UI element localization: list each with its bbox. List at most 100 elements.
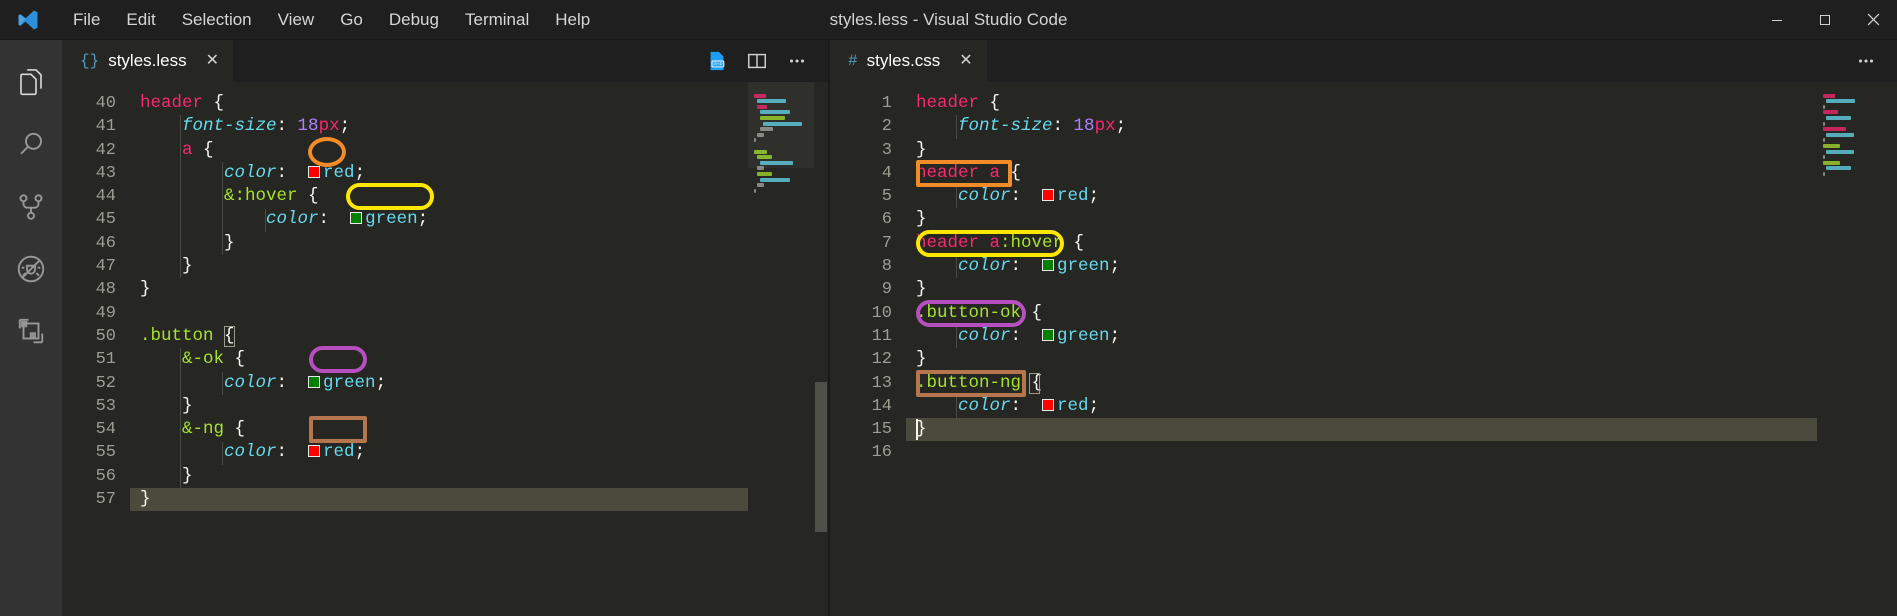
- code-token: &:hover: [224, 186, 298, 207]
- code-line[interactable]: color: green;: [130, 372, 748, 395]
- maximize-button[interactable]: [1801, 0, 1849, 39]
- color-swatch-icon[interactable]: [308, 165, 321, 178]
- code-line[interactable]: }: [130, 465, 748, 488]
- code-line[interactable]: font-size: 18px;: [906, 115, 1817, 138]
- menu-item-selection[interactable]: Selection: [169, 6, 265, 34]
- code-line[interactable]: .button-ng {: [906, 372, 1817, 395]
- menu-item-edit[interactable]: Edit: [113, 6, 168, 34]
- scrollbar-thumb[interactable]: [815, 382, 827, 532]
- code-line[interactable]: }: [906, 418, 1817, 441]
- code-line[interactable]: a {: [130, 139, 748, 162]
- code-line[interactable]: color: red;: [130, 162, 748, 185]
- code-line[interactable]: }: [130, 488, 748, 511]
- minimap-right[interactable]: [1817, 82, 1883, 616]
- code-token: ;: [354, 442, 366, 463]
- tab-styles-css[interactable]: # styles.css ✕: [830, 40, 987, 82]
- code-line[interactable]: &:hover {: [130, 185, 748, 208]
- code-line[interactable]: header a {: [906, 162, 1817, 185]
- color-swatch-icon[interactable]: [1042, 398, 1055, 411]
- activity-item-source-control[interactable]: [0, 178, 62, 240]
- window-controls[interactable]: [1753, 0, 1897, 39]
- editor-group-right: # styles.css ✕ 1 2 3 4 5 6 7 8 9 10 11 12 13 14 15 16 h…: [830, 40, 1897, 616]
- menu-item-terminal[interactable]: Terminal: [452, 6, 542, 34]
- menu-item-debug[interactable]: Debug: [376, 6, 452, 34]
- code-content-right[interactable]: header { font-size: 18px;} header a { col…: [906, 82, 1817, 616]
- menu-item-help[interactable]: Help: [542, 6, 603, 34]
- code-line[interactable]: }: [130, 395, 748, 418]
- color-swatch-icon[interactable]: [308, 375, 321, 388]
- more-actions-icon[interactable]: [780, 44, 814, 78]
- code-line[interactable]: }: [906, 278, 1817, 301]
- minimap-line: [1823, 127, 1847, 132]
- code-line[interactable]: header {: [130, 92, 748, 115]
- color-swatch-icon[interactable]: [1042, 259, 1055, 272]
- activity-item-explorer[interactable]: [0, 54, 62, 116]
- scrollbar-left[interactable]: [814, 82, 828, 616]
- php-file-icon[interactable]: PHP: [700, 44, 734, 78]
- line-number: 43: [95, 163, 116, 183]
- editor-right[interactable]: 1 2 3 4 5 6 7 8 9 10 11 12 13 14 15 16 header { font-si…: [830, 82, 1897, 616]
- tab-close-icon[interactable]: ✕: [959, 53, 972, 69]
- code-line[interactable]: }: [906, 208, 1817, 231]
- minimap-line: [757, 166, 765, 171]
- color-swatch-icon[interactable]: [308, 445, 321, 458]
- code-line[interactable]: [906, 441, 1817, 464]
- menu-item-go[interactable]: Go: [327, 6, 376, 34]
- activity-bar[interactable]: [0, 40, 62, 616]
- tab-close-icon[interactable]: ✕: [206, 53, 219, 69]
- code-line[interactable]: }: [906, 139, 1817, 162]
- tab-actions-left[interactable]: PHP: [700, 40, 828, 82]
- activity-item-search[interactable]: [0, 116, 62, 178]
- minimize-button[interactable]: [1753, 0, 1801, 39]
- minimap-left[interactable]: [748, 82, 814, 616]
- code-line[interactable]: &-ng {: [130, 418, 748, 441]
- more-actions-icon[interactable]: [1849, 44, 1883, 78]
- split-editor-icon[interactable]: [740, 44, 774, 78]
- code-line[interactable]: header a:hover {: [906, 232, 1817, 255]
- color-swatch-icon[interactable]: [350, 212, 363, 225]
- tab-actions-right[interactable]: [1849, 40, 1897, 82]
- color-swatch-icon[interactable]: [1042, 328, 1055, 341]
- code-line[interactable]: font-size: 18px;: [130, 115, 748, 138]
- code-content-left[interactable]: header { font-size: 18px; a { color: red…: [130, 82, 748, 616]
- code-line[interactable]: color: red;: [130, 441, 748, 464]
- code-line[interactable]: &-ok {: [130, 348, 748, 371]
- scrollbar-right[interactable]: [1883, 82, 1897, 616]
- code-token: header a: [916, 162, 1001, 183]
- color-swatch-icon[interactable]: [1042, 189, 1055, 202]
- code-line[interactable]: [130, 302, 748, 325]
- code-line[interactable]: }: [130, 255, 748, 278]
- code-line[interactable]: header {: [906, 92, 1817, 115]
- code-line[interactable]: color: green;: [906, 255, 1817, 278]
- activity-item-debug[interactable]: [0, 240, 62, 302]
- activity-item-extensions[interactable]: [0, 302, 62, 364]
- code-line[interactable]: }: [130, 278, 748, 301]
- code-token: :: [276, 162, 309, 183]
- code-token: 18: [297, 116, 319, 137]
- code-line[interactable]: }: [906, 348, 1817, 371]
- code-line[interactable]: color: green;: [130, 208, 748, 231]
- code-line[interactable]: color: red;: [906, 185, 1817, 208]
- code-line[interactable]: }: [130, 232, 748, 255]
- bracket-match-box: [1029, 372, 1040, 394]
- minimap-line: [1823, 178, 1825, 182]
- tab-styles-less[interactable]: {} styles.less ✕: [62, 40, 234, 82]
- code-line[interactable]: color: red;: [906, 395, 1817, 418]
- line-numbers-left: 40 41 42 43 44 45 46 47 48 49 50 51 52 53 54 55 56 57: [62, 82, 130, 616]
- editor-left[interactable]: 40 41 42 43 44 45 46 47 48 49 50 51 52 53 54 55 56 57 hea…: [62, 82, 828, 616]
- menu-item-view[interactable]: View: [265, 6, 328, 34]
- code-line[interactable]: .button {: [130, 325, 748, 348]
- code-token: green: [323, 372, 376, 393]
- code-token: {: [1010, 162, 1022, 183]
- close-button[interactable]: [1849, 0, 1897, 39]
- code-token: ;: [417, 209, 429, 230]
- menu-bar[interactable]: File Edit Selection View Go Debug Termin…: [60, 6, 603, 34]
- code-token: .button-ng: [916, 372, 1022, 393]
- code-line[interactable]: color: green;: [906, 325, 1817, 348]
- code-line[interactable]: .button-ok {: [906, 302, 1817, 325]
- menu-item-file[interactable]: File: [60, 6, 113, 34]
